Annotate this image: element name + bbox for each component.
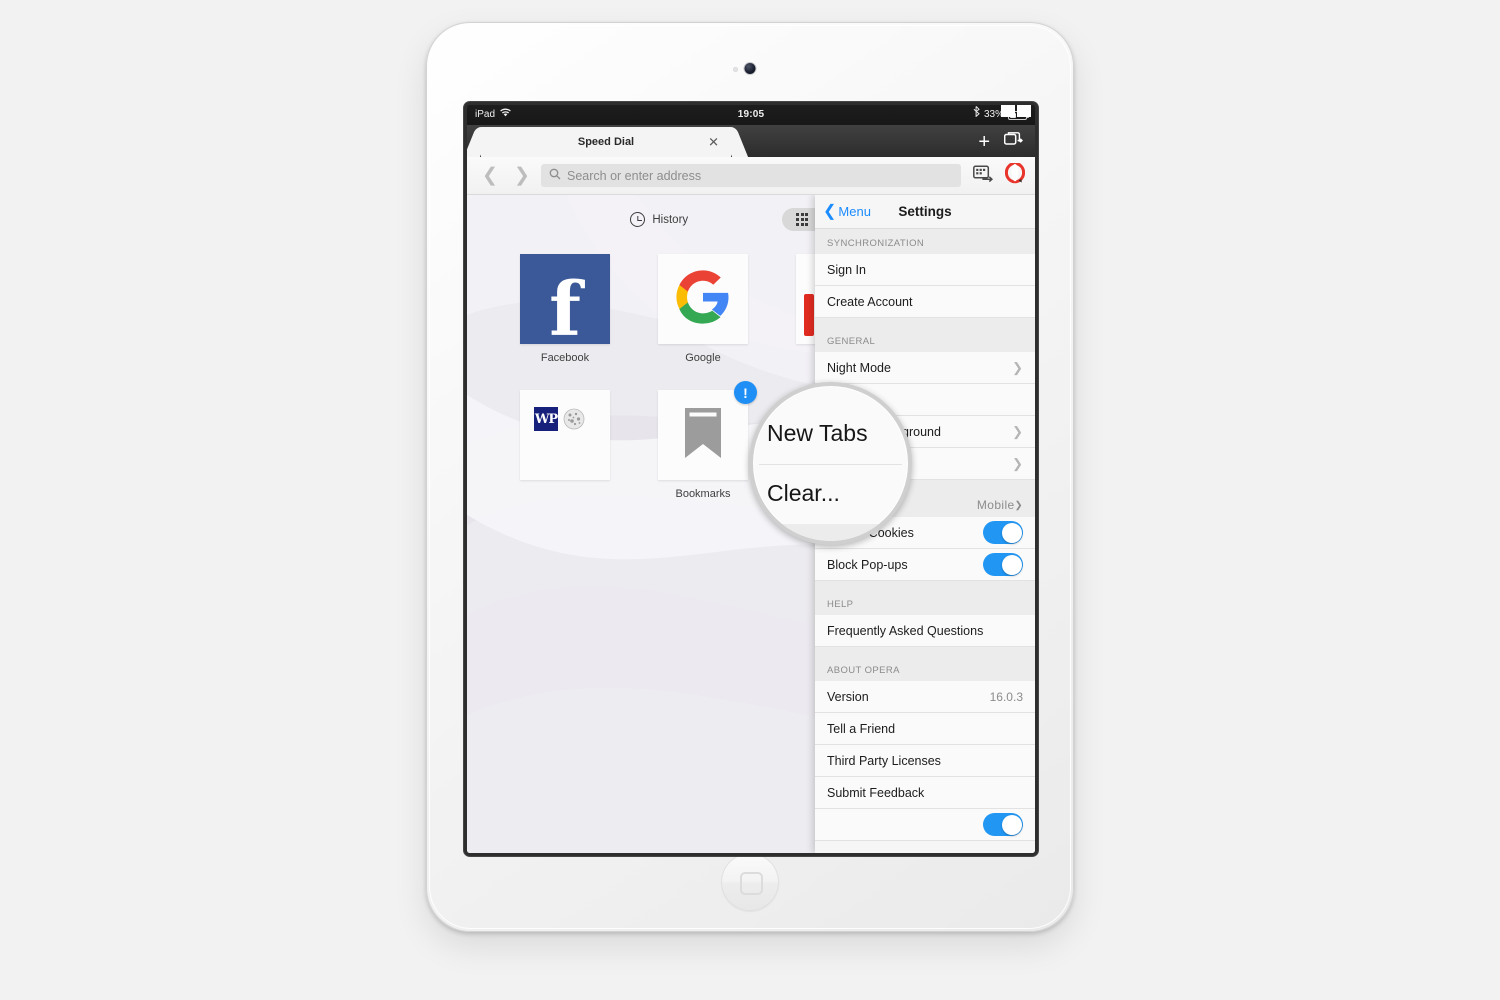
tile-label: Bookmarks [675,488,731,500]
loupe-content: New Tabs Clear... [753,386,908,541]
home-button[interactable] [721,853,779,911]
chevron-right-icon: ❯ [1012,456,1023,471]
chevron-left-icon: ❮ [823,202,837,220]
wikipedia-icon [562,407,586,431]
settings-row-block-popups[interactable]: Block Pop-ups [815,549,1035,581]
settings-row-sign-in[interactable]: Sign In [815,254,1035,286]
section-header-about-opera: ABOUT OPERA [815,656,1035,681]
speed-dial-tile-bookmarks[interactable]: ! Bookmarks [647,381,759,500]
speed-dial-tile-folder[interactable]: WP [509,390,621,500]
ambient-sensor-icon [733,67,738,72]
loupe-divider [759,464,902,465]
google-icon [674,268,732,331]
grid-overlay-icon [1001,105,1031,117]
tile-thumb: f [520,254,610,347]
tile-label: Google [685,352,721,364]
chevron-left-icon[interactable]: ❮ [477,166,503,185]
row-label: Create Account [827,294,913,309]
front-camera-icon [744,63,756,74]
row-label: Third Party Licenses [827,753,941,768]
speed-dial-page: History Speed Dial f Facebook [467,195,1035,853]
loupe-shade [753,524,908,541]
settings-row-third-party-licenses[interactable]: Third Party Licenses [815,745,1035,777]
tile-label: Facebook [540,352,590,364]
facebook-icon: f [520,254,610,347]
tile-thumb [658,254,748,344]
row-label: Submit Feedback [827,785,925,800]
folder-icon: WP [534,407,586,431]
settings-row-tell-a-friend[interactable]: Tell a Friend [815,713,1035,745]
loupe-line-clear: Clear... [767,480,840,506]
chevron-right-icon[interactable]: ❯ [509,166,535,185]
history-tab-label: History [652,213,689,226]
section-divider [815,318,1035,327]
settings-row-submit-feedback[interactable]: Submit Feedback [815,777,1035,809]
back-to-menu-button[interactable]: ❮ Menu [815,202,871,220]
status-clock: 19:05 [737,109,765,120]
accept-cookies-toggle[interactable] [983,521,1023,544]
opera-logo-icon[interactable] [1004,161,1026,189]
section-header-synchronization: SYNCHRONIZATION [815,229,1035,254]
block-popups-toggle[interactable] [983,553,1023,576]
clock-icon [630,212,646,227]
speed-dial-tile-facebook[interactable]: f Facebook [509,254,621,364]
browser-tab[interactable]: Speed Dial ✕ [481,127,731,157]
section-header-help: HELP [815,590,1035,615]
browser-tab-strip: Speed Dial ✕ + [467,125,1035,157]
hidden-tile-icon [804,294,814,336]
sidebar-item-history[interactable]: History [616,207,702,232]
section-divider [815,581,1035,590]
bookmark-icon [685,407,721,463]
tab-stack-icon[interactable] [1003,131,1024,152]
washington-post-icon: WP [534,407,558,431]
tab-title: Speed Dial [577,136,635,148]
chevron-right-icon: ❯ [1014,499,1023,511]
speed-dial-tile-google[interactable]: Google [647,254,759,364]
loupe-line-new-tabs: New Tabs [767,420,868,446]
magnifier-loupe: New Tabs Clear... [749,382,912,545]
row-label: Block Pop-ups [827,557,908,572]
tile-thumb: WP [520,390,610,480]
row-label: Night Mode [827,360,891,375]
row-label: Version [827,689,869,704]
tile-thumb: ! [658,381,757,480]
search-icon [549,167,561,185]
row-label: Tell a Friend [827,721,896,736]
ios-status-bar: iPad 19:05 33% [467,105,1035,125]
bluetooth-icon [973,105,980,125]
version-value: 16.0.3 [989,689,1023,704]
settings-row-faq[interactable]: Frequently Asked Questions [815,615,1035,647]
grid-icon [796,213,809,226]
settings-row-version: Version 16.0.3 [815,681,1035,713]
settings-row-night-mode[interactable]: Night Mode ❯ [815,352,1035,384]
back-label: Menu [838,204,871,219]
settings-header: ❮ Menu Settings [815,195,1035,229]
address-bar-actions [967,161,1026,189]
section-divider [815,647,1035,656]
search-input[interactable]: Search or enter address [541,164,961,187]
data-savings-icon[interactable] [973,165,994,187]
partial-toggle[interactable] [983,813,1023,836]
search-input-placeholder: Search or enter address [567,168,702,183]
plus-icon[interactable]: + [978,132,990,152]
close-icon[interactable]: ✕ [708,136,719,149]
row-label: Frequently Asked Questions [827,623,984,638]
chevron-right-icon: ❯ [1012,424,1023,439]
settings-row-partial-toggle[interactable] [815,809,1035,841]
section-header-general: GENERAL [815,327,1035,352]
row-label: Sign In [827,262,866,277]
settings-row-create-account[interactable]: Create Account [815,286,1035,318]
chevron-right-icon: ❯ [1012,360,1023,375]
tab-actions-group: + [978,131,1035,157]
address-bar: ❮ ❯ Search or enter address [467,157,1035,195]
user-agent-value[interactable]: Mobile [977,498,1015,512]
screenshot-canvas: iPad 19:05 33% Speed Dial ✕ + ❮ ❯ Search… [0,0,1500,1000]
